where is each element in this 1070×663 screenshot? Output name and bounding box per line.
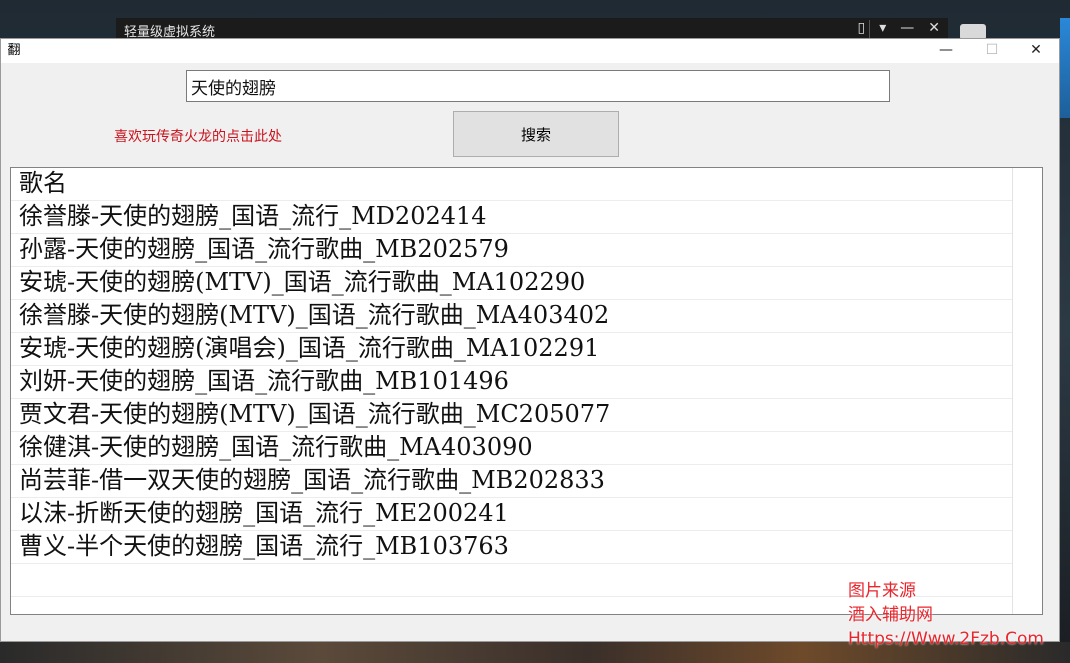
list-item[interactable]: 以沫-折断天使的翅膀_国语_流行_ME200241	[11, 498, 1012, 531]
desktop-icon-blue[interactable]	[1060, 18, 1070, 118]
watermark-line-3: Https://Www.2Fzb.Com	[848, 629, 1044, 649]
list-item[interactable]: 贾文君-天使的翅膀(MTV)_国语_流行歌曲_MC205077	[11, 399, 1012, 432]
maximize-button[interactable]: ☐	[969, 39, 1015, 63]
background-window-titlebar: 轻量级虚拟系统 ▯ ▾ — ✕	[116, 18, 948, 40]
background-pin-icon[interactable]: ▯	[858, 20, 866, 36]
watermark-line-2: 酒入辅助网	[848, 605, 933, 625]
search-button[interactable]: 搜索	[453, 111, 619, 157]
column-header-song-name[interactable]: 歌名	[11, 168, 1012, 201]
background-minimize-icon[interactable]: —	[900, 20, 914, 36]
list-item[interactable]: 安琥-天使的翅膀(演唱会)_国语_流行歌曲_MA102291	[11, 333, 1012, 366]
close-button[interactable]: ✕	[1013, 39, 1059, 63]
watermark: 图片来源 酒入辅助网 Https://Www.2Fzb.Com	[848, 579, 1044, 651]
list-item[interactable]: 安琥-天使的翅膀(MTV)_国语_流行歌曲_MA102290	[11, 267, 1012, 300]
list-item[interactable]: 徐誉滕-天使的翅膀_国语_流行_MD202414	[11, 201, 1012, 234]
list-item[interactable]: 刘妍-天使的翅膀_国语_流行歌曲_MB101496	[11, 366, 1012, 399]
search-input[interactable]	[186, 70, 890, 102]
list-item[interactable]: 孙露-天使的翅膀_国语_流行歌曲_MB202579	[11, 234, 1012, 267]
list-item[interactable]: 徐誉滕-天使的翅膀(MTV)_国语_流行歌曲_MA403402	[11, 300, 1012, 333]
background-dropdown-icon[interactable]: ▾	[879, 20, 886, 36]
list-item[interactable]: 尚芸菲-借一双天使的翅膀_国语_流行歌曲_MB202833	[11, 465, 1012, 498]
promo-link[interactable]: 喜欢玩传奇火龙的点击此处	[114, 126, 282, 146]
list-item[interactable]: 徐健淇-天使的翅膀_国语_流行歌曲_MA403090	[11, 432, 1012, 465]
background-close-icon[interactable]: ✕	[928, 20, 940, 36]
results-list[interactable]: 歌名 徐誉滕-天使的翅膀_国语_流行_MD202414 孙露-天使的翅膀_国语_…	[10, 167, 1043, 615]
column-divider	[1012, 168, 1013, 614]
watermark-line-1: 图片来源	[848, 581, 916, 601]
app-window: 翻 — ☐ ✕ 喜欢玩传奇火龙的点击此处 搜索 歌名 徐誉滕-天使的翅膀_国语_…	[0, 38, 1060, 642]
minimize-button[interactable]: —	[923, 39, 969, 63]
title-bar: 翻 — ☐ ✕	[1, 39, 1059, 63]
app-icon: 翻	[7, 43, 21, 58]
list-item[interactable]: 曹义-半个天使的翅膀_国语_流行_MB103763	[11, 531, 1012, 564]
